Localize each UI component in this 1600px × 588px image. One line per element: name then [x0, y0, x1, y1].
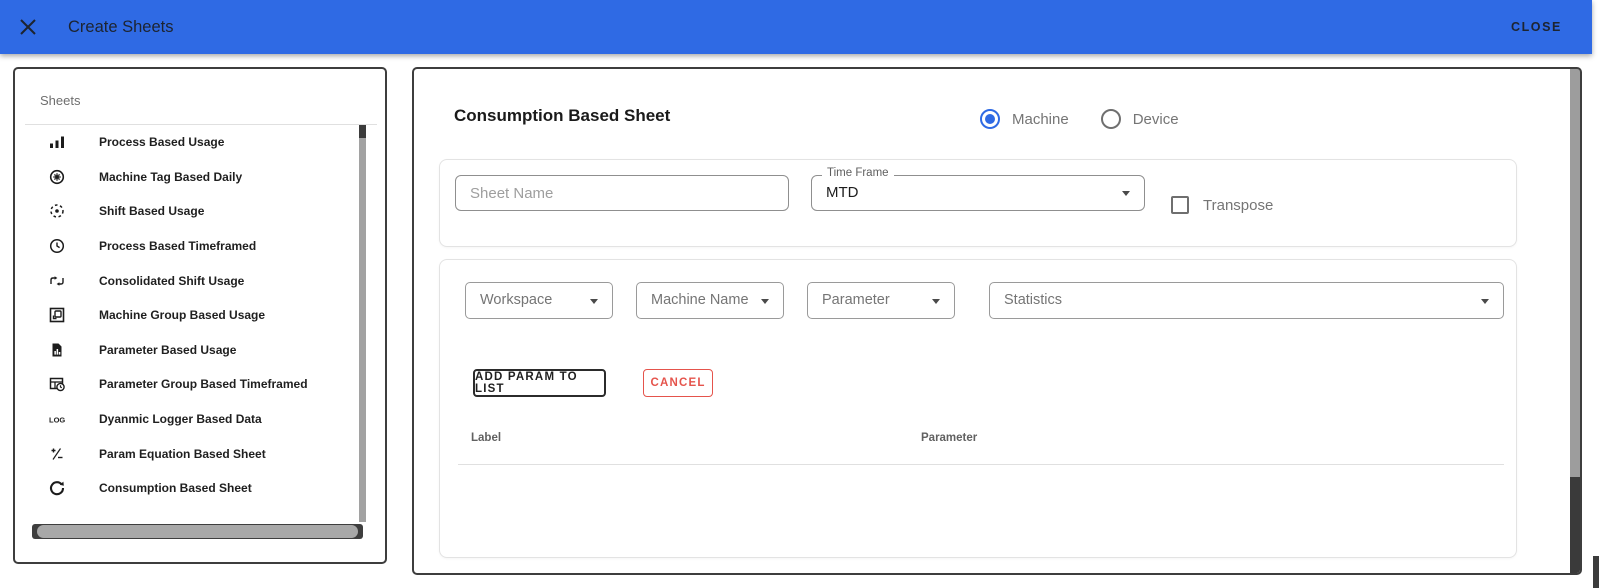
main-panel-scrollbar-thumb[interactable]	[1570, 69, 1580, 478]
plus-minus-icon	[49, 446, 65, 462]
sheet-list-horizontal-scrollbar[interactable]	[32, 524, 363, 539]
sheets-panel: Sheets Process Based Usage Machine Tag B…	[13, 67, 387, 564]
machine-name-dropdown[interactable]: Machine Name	[636, 282, 784, 319]
table-divider	[458, 464, 1504, 465]
param-table-header: Label Parameter	[440, 432, 1516, 456]
sheet-list-item[interactable]: Consumption Based Sheet	[15, 471, 359, 506]
sheet-list-item[interactable]: Machine Group Based Usage	[15, 298, 359, 333]
rotate-icon	[49, 480, 65, 496]
sheet-name-input[interactable]	[455, 175, 789, 211]
close-x-icon[interactable]	[16, 15, 40, 39]
sheet-list-item[interactable]: Param Equation Based Sheet	[15, 436, 359, 471]
main-panel-scrollbar[interactable]	[1570, 69, 1580, 573]
table-clock-icon	[49, 376, 65, 392]
chevron-down-icon	[761, 298, 769, 304]
nested-squares-icon	[49, 307, 65, 323]
gear-circle-icon	[49, 169, 65, 185]
dashed-circle-icon	[49, 203, 65, 219]
column-header-label: Label	[471, 432, 502, 444]
transpose-label: Transpose	[1203, 196, 1274, 214]
shift-arrows-icon	[49, 273, 65, 289]
bar-chart-icon	[49, 134, 65, 150]
statistics-dropdown[interactable]: Statistics	[989, 282, 1504, 319]
sheet-list-item[interactable]: Parameter Based Usage	[15, 333, 359, 368]
workspace-dropdown[interactable]: Workspace	[465, 282, 613, 319]
sheet-settings-card: Time Frame MTD Transpose	[439, 159, 1517, 247]
radio-icon	[980, 109, 1000, 129]
sheet-list-vertical-scrollbar-thumb[interactable]	[359, 138, 366, 522]
transpose-checkbox-row[interactable]: Transpose	[1171, 196, 1273, 214]
sheet-list-item[interactable]: Consolidated Shift Usage	[15, 263, 359, 298]
sheet-list-item[interactable]: Machine Tag Based Daily	[15, 160, 359, 195]
page-scrollbar-thumb[interactable]	[1593, 556, 1599, 588]
close-button[interactable]: CLOSE	[1511, 20, 1562, 34]
checkbox-icon[interactable]	[1171, 196, 1189, 214]
sheet-list-item[interactable]: Shift Based Usage	[15, 194, 359, 229]
log-text-icon: LOG	[49, 411, 65, 427]
sheets-panel-title: Sheets	[40, 93, 81, 108]
chevron-down-icon	[1122, 191, 1130, 196]
time-frame-value: MTD	[826, 184, 859, 201]
sheet-list-horizontal-scrollbar-thumb[interactable]	[37, 525, 358, 538]
svg-text:LOG: LOG	[49, 416, 65, 425]
app-header: Create Sheets CLOSE	[0, 0, 1592, 54]
main-panel: Consumption Based Sheet Machine Device T…	[412, 67, 1582, 575]
page-scrollbar[interactable]	[1592, 0, 1600, 588]
cancel-button[interactable]: CANCEL	[643, 369, 713, 397]
sheet-list: Process Based Usage Machine Tag Based Da…	[15, 125, 359, 506]
sheet-type-heading: Consumption Based Sheet	[454, 106, 671, 125]
radio-icon	[1100, 109, 1121, 129]
sheet-list-vertical-scrollbar[interactable]	[359, 125, 366, 522]
sheet-list-item[interactable]: Process Based Usage	[15, 125, 359, 160]
time-frame-label: Time Frame	[822, 167, 894, 179]
clock-icon	[49, 238, 65, 254]
time-frame-select[interactable]: Time Frame MTD	[811, 167, 1145, 211]
parameter-builder-card: Workspace Machine Name Parameter Statist…	[439, 259, 1517, 558]
radio-machine[interactable]: Machine	[980, 109, 1069, 129]
sheet-list-item[interactable]: Parameter Group Based Timeframed	[15, 367, 359, 402]
sheet-list-item[interactable]: Process Based Timeframed	[15, 229, 359, 264]
radio-device[interactable]: Device	[1100, 109, 1179, 129]
sheet-list-item[interactable]: LOG Dyanmic Logger Based Data	[15, 402, 359, 437]
doc-chart-icon	[49, 342, 65, 358]
add-param-to-list-button[interactable]: ADD PARAM TO LIST	[473, 369, 606, 397]
chevron-down-icon	[590, 298, 598, 304]
chevron-down-icon	[932, 298, 940, 304]
chevron-down-icon	[1481, 298, 1489, 304]
page-title: Create Sheets	[68, 17, 174, 36]
entity-radio-group: Machine Device	[980, 109, 1179, 129]
parameter-dropdown[interactable]: Parameter	[807, 282, 955, 319]
column-header-parameter: Parameter	[921, 432, 978, 444]
